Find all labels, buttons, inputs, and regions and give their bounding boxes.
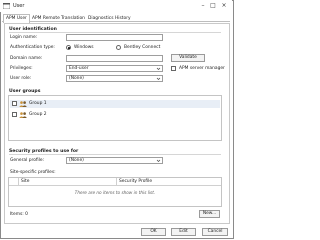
privileges-value: End-user <box>69 66 89 71</box>
minimize-button[interactable]: – <box>199 2 207 10</box>
title-bar: User – □ × <box>0 0 232 12</box>
tab-history[interactable]: History <box>112 14 134 22</box>
group-2-checkbox[interactable] <box>12 112 17 117</box>
general-profile-value: (None) <box>69 158 84 163</box>
user-role-value: (None) <box>69 76 84 81</box>
general-profile-label: General profile: <box>10 158 45 163</box>
chevron-down-icon <box>156 67 161 70</box>
group-icon <box>19 101 27 107</box>
group-2-label: Group 2 <box>29 112 47 117</box>
close-button[interactable]: × <box>220 2 228 10</box>
chevron-down-icon <box>156 159 161 162</box>
section-divider <box>9 32 221 33</box>
apm-server-manager-label: APM server manager <box>179 66 225 71</box>
privileges-label: Privileges: <box>10 66 33 71</box>
general-profile-select[interactable]: (None) <box>66 157 163 164</box>
auth-windows-radio[interactable] <box>66 45 71 50</box>
site-profiles-label: Site-specific profiles: <box>10 170 56 175</box>
auth-type-label: Authentication type: <box>10 45 55 50</box>
chevron-down-icon <box>156 77 161 80</box>
domain-name-label: Domain name: <box>10 56 43 61</box>
apm-server-manager-checkbox[interactable] <box>171 66 176 71</box>
edit-button[interactable]: Edit <box>171 228 196 236</box>
empty-list-message: There are no items to show in this list. <box>74 190 156 195</box>
maximize-button[interactable]: □ <box>209 2 217 10</box>
list-item[interactable]: Group 1 <box>10 100 220 108</box>
tab-translation[interactable]: Translation <box>58 14 88 22</box>
login-name-label: Login name: <box>10 35 38 40</box>
group-icon <box>19 112 27 118</box>
ok-button[interactable]: OK <box>141 228 166 236</box>
site-profiles-grid: Site Security Profile There are no items… <box>8 177 222 207</box>
row-header-cell <box>9 178 19 186</box>
section-divider <box>9 154 221 155</box>
privileges-select[interactable]: End-user <box>66 65 163 72</box>
user-role-select[interactable]: (None) <box>66 75 163 82</box>
list-item[interactable]: Group 2 <box>10 111 220 119</box>
cancel-button[interactable]: Cancel <box>202 228 228 236</box>
login-name-input[interactable] <box>66 34 163 41</box>
group-1-label: Group 1 <box>29 101 47 106</box>
user-app-icon <box>3 3 10 9</box>
domain-name-input[interactable] <box>66 55 163 62</box>
auth-windows-label: Windows <box>74 45 94 50</box>
auth-bentley-connect-label: Bentley Connect <box>124 45 161 50</box>
user-groups-heading: User groups <box>9 89 41 94</box>
window-title: User <box>13 3 25 9</box>
tab-apm-user[interactable]: APM User <box>3 14 30 23</box>
new-site-profile-button[interactable]: New... <box>199 210 220 218</box>
validate-button[interactable]: Validate <box>171 54 205 62</box>
column-header-security-profile[interactable]: Security Profile <box>117 178 221 186</box>
user-role-label: User role: <box>10 76 32 81</box>
column-header-site[interactable]: Site <box>19 178 117 186</box>
tab-strip: APM User APM Remote Translation Diagnost… <box>2 14 230 23</box>
auth-bentley-connect-radio[interactable] <box>116 45 121 50</box>
items-count: Items: 0 <box>10 212 28 217</box>
user-groups-list: Group 1 Group 2 <box>8 95 222 141</box>
group-1-checkbox[interactable] <box>12 101 17 106</box>
